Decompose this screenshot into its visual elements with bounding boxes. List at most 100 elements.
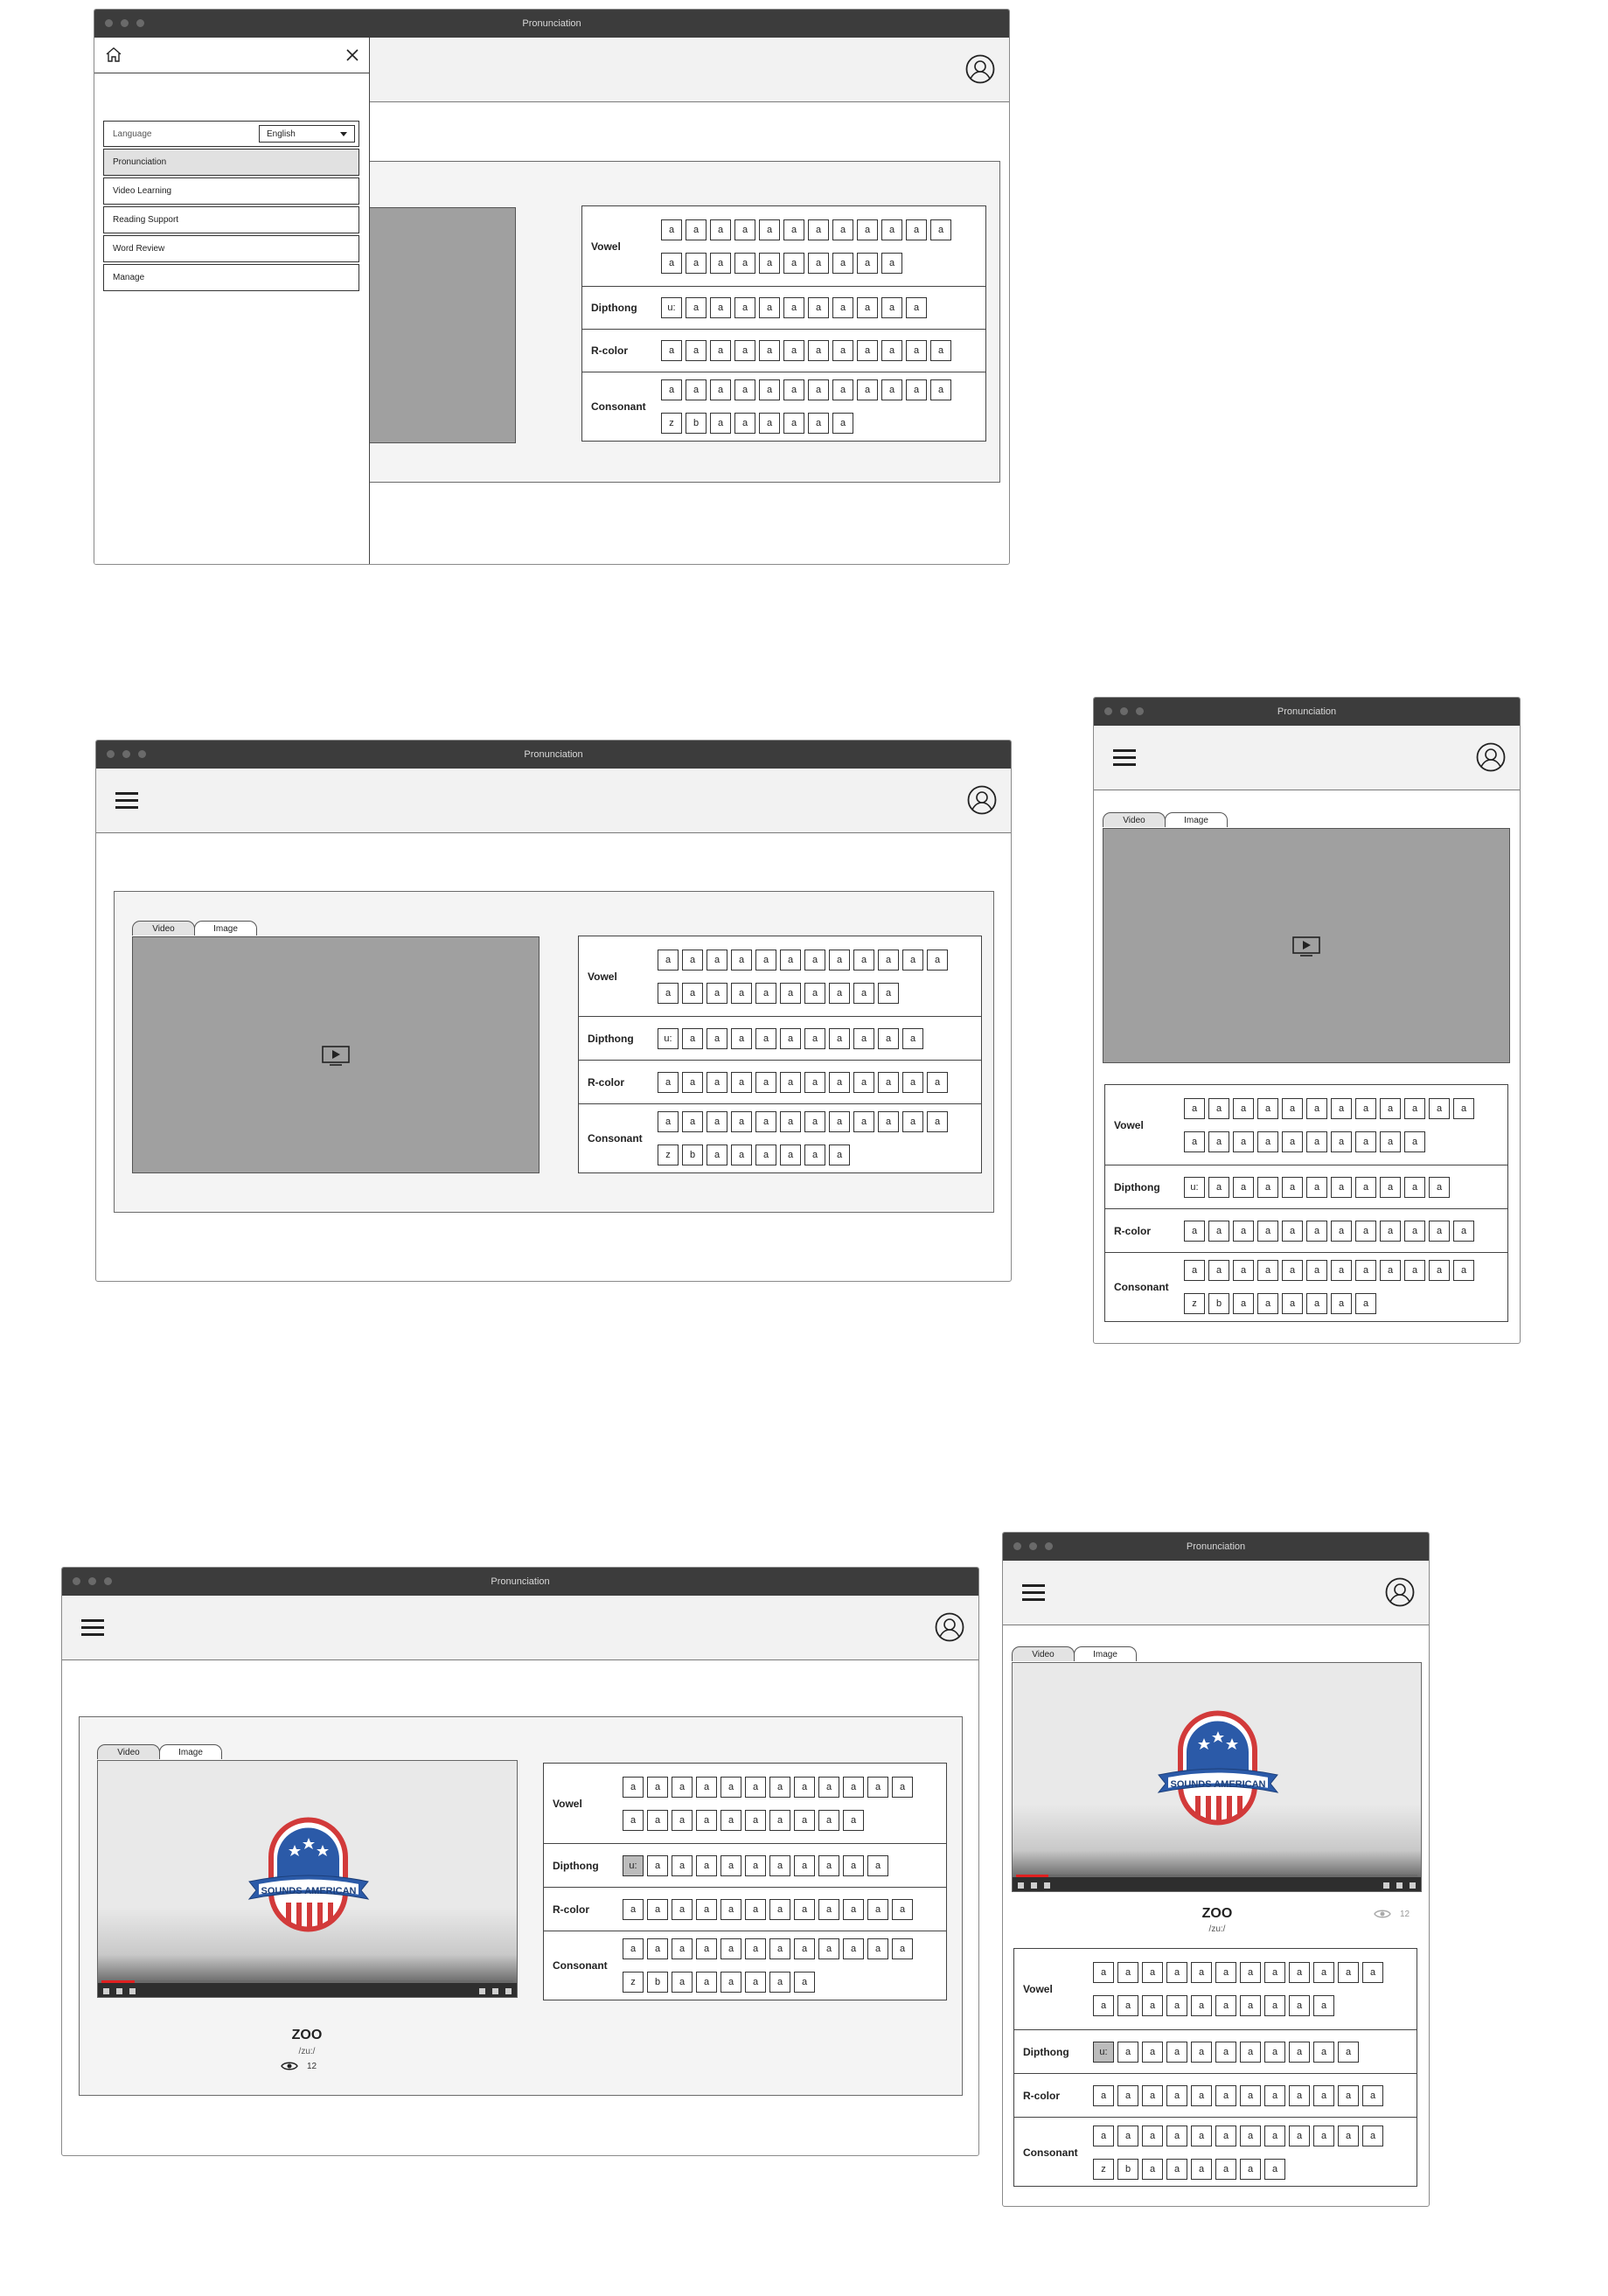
sound-key[interactable]: z <box>661 413 682 434</box>
sound-key[interactable]: a <box>857 379 878 400</box>
tab-image[interactable]: Image <box>1165 812 1228 827</box>
tab-video[interactable]: Video <box>1103 812 1166 827</box>
sound-key[interactable]: a <box>780 1145 801 1165</box>
sound-key[interactable]: a <box>769 1809 790 1831</box>
sound-key[interactable]: a <box>878 1071 899 1093</box>
hamburger-menu-icon[interactable] <box>1113 749 1136 767</box>
sound-key[interactable]: a <box>661 340 682 361</box>
sound-key[interactable]: a <box>892 1776 913 1798</box>
sound-key[interactable]: a <box>769 1898 790 1920</box>
sound-key[interactable]: a <box>1142 1995 1163 2016</box>
sound-key[interactable]: a <box>927 1111 948 1132</box>
sound-key[interactable]: a <box>682 982 703 1004</box>
sound-key[interactable]: a <box>1208 1097 1229 1119</box>
sound-key[interactable]: a <box>759 297 780 318</box>
sound-key[interactable]: a <box>1093 2084 1114 2106</box>
sound-key[interactable]: a <box>853 1027 874 1049</box>
sound-key[interactable]: a <box>1240 2158 1261 2180</box>
sound-key[interactable]: a <box>843 1938 864 1959</box>
sound-key[interactable]: a <box>1191 2125 1212 2146</box>
sound-key[interactable]: a <box>1453 1097 1474 1119</box>
sound-key[interactable]: a <box>804 1111 825 1132</box>
next-icon[interactable] <box>116 1988 122 1994</box>
sound-key[interactable]: a <box>707 1145 727 1165</box>
sound-key[interactable]: a <box>1215 2041 1236 2063</box>
sound-key[interactable]: a <box>906 219 927 240</box>
sound-key[interactable]: a <box>1355 1131 1376 1152</box>
settings-icon[interactable] <box>1383 1882 1389 1889</box>
sound-key[interactable]: a <box>1453 1260 1474 1281</box>
sound-key[interactable]: a <box>1338 1962 1359 1983</box>
sound-key[interactable]: a <box>731 1071 752 1093</box>
sound-key[interactable]: a <box>832 340 853 361</box>
sound-key[interactable]: a <box>769 1938 790 1959</box>
sound-key[interactable]: a <box>1264 2158 1285 2180</box>
sound-key[interactable]: a <box>769 1854 790 1876</box>
sound-key[interactable]: a <box>682 1111 703 1132</box>
sound-key[interactable]: a <box>1117 2125 1138 2146</box>
sound-key[interactable]: a <box>1184 1220 1205 1242</box>
sound-key[interactable]: a <box>1355 1097 1376 1119</box>
sound-key[interactable]: z <box>658 1145 679 1165</box>
sound-key[interactable]: a <box>902 949 923 971</box>
sound-key[interactable]: a <box>1184 1097 1205 1119</box>
sound-key[interactable]: a <box>794 1776 815 1798</box>
sound-key[interactable]: a <box>707 1027 727 1049</box>
sound-key[interactable]: a <box>843 1776 864 1798</box>
sound-key[interactable]: a <box>1306 1260 1327 1281</box>
sound-key[interactable]: a <box>808 340 829 361</box>
sound-key[interactable]: a <box>658 982 679 1004</box>
settings-icon[interactable] <box>479 1988 485 1994</box>
sound-key[interactable]: a <box>843 1898 864 1920</box>
sound-key[interactable]: a <box>853 949 874 971</box>
sound-key[interactable]: a <box>892 1938 913 1959</box>
sound-key[interactable]: a <box>1257 1220 1278 1242</box>
sound-key[interactable]: a <box>720 1854 741 1876</box>
sound-key[interactable]: a <box>658 949 679 971</box>
sound-key[interactable]: a <box>707 982 727 1004</box>
sound-key[interactable]: b <box>1208 1293 1229 1314</box>
sound-key[interactable]: a <box>1257 1293 1278 1314</box>
sound-key[interactable]: a <box>661 219 682 240</box>
video-player[interactable]: SOUNDS AMERICAN <box>97 1760 518 1998</box>
sound-key[interactable]: a <box>720 1972 741 1993</box>
sound-key[interactable]: a <box>843 1854 864 1876</box>
sound-key[interactable]: a <box>794 1854 815 1876</box>
sound-key[interactable]: a <box>1208 1220 1229 1242</box>
sound-key[interactable]: a <box>818 1776 839 1798</box>
sound-key[interactable]: a <box>808 413 829 434</box>
sound-key[interactable]: a <box>1362 1962 1383 1983</box>
tab-video[interactable]: Video <box>97 1744 160 1759</box>
sound-key[interactable]: a <box>1215 1962 1236 1983</box>
sound-key[interactable]: a <box>881 297 902 318</box>
sound-key[interactable]: a <box>1233 1220 1254 1242</box>
sound-key[interactable]: a <box>1208 1260 1229 1281</box>
sound-key[interactable]: a <box>808 219 829 240</box>
sound-key[interactable]: a <box>1117 1962 1138 1983</box>
sound-key[interactable]: a <box>1355 1260 1376 1281</box>
sound-key[interactable]: a <box>902 1071 923 1093</box>
sound-key[interactable]: a <box>686 252 707 274</box>
sound-key[interactable]: a <box>759 252 780 274</box>
sound-key[interactable]: a <box>1282 1097 1303 1119</box>
sound-key[interactable]: a <box>857 297 878 318</box>
sound-key[interactable]: a <box>682 949 703 971</box>
sound-key[interactable]: a <box>707 1111 727 1132</box>
sound-key[interactable]: a <box>902 1111 923 1132</box>
sound-key[interactable]: a <box>794 1938 815 1959</box>
user-avatar-icon[interactable] <box>967 785 997 815</box>
sound-key[interactable]: a <box>1215 2084 1236 2106</box>
sound-key[interactable]: a <box>867 1938 888 1959</box>
sound-key[interactable]: a <box>710 219 731 240</box>
menu-item-word-review[interactable]: Word Review <box>103 235 359 262</box>
sound-key[interactable]: a <box>686 340 707 361</box>
next-icon[interactable] <box>1031 1882 1037 1889</box>
sound-key[interactable]: a <box>794 1972 815 1993</box>
sound-key[interactable]: a <box>867 1898 888 1920</box>
sound-key[interactable]: a <box>1306 1097 1327 1119</box>
fullscreen-icon[interactable] <box>1410 1882 1416 1889</box>
sound-key[interactable]: a <box>731 982 752 1004</box>
sound-key[interactable]: a <box>832 219 853 240</box>
sound-key[interactable]: a <box>661 379 682 400</box>
window-controls[interactable] <box>105 19 144 27</box>
